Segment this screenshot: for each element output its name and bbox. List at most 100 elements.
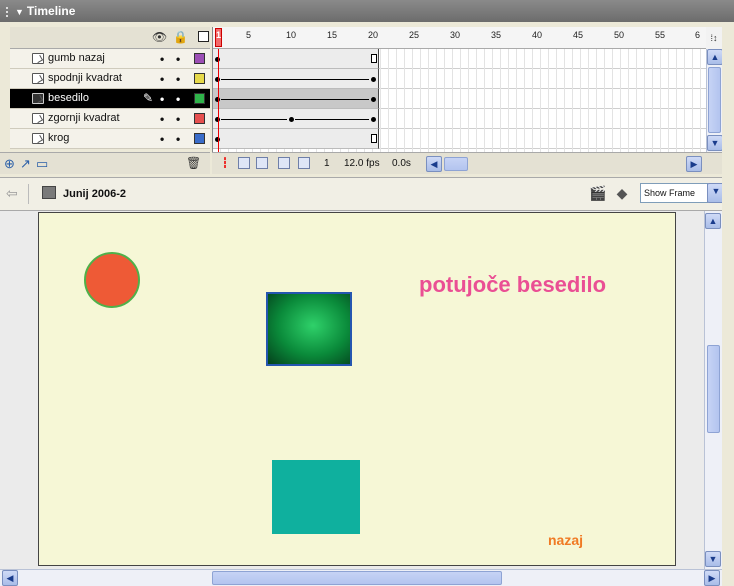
eye-icon[interactable]: 👁 xyxy=(152,30,167,44)
lock-dot[interactable]: • xyxy=(176,52,180,66)
scroll-up-icon[interactable]: ▲ xyxy=(705,213,721,229)
scroll-thumb[interactable] xyxy=(707,345,720,433)
tween-line xyxy=(221,79,369,80)
add-motion-guide-icon[interactable]: ↗ xyxy=(20,156,31,172)
scroll-thumb[interactable] xyxy=(708,67,721,133)
outline-color-swatch[interactable] xyxy=(194,133,205,144)
keyframe[interactable] xyxy=(371,117,376,122)
frame-span[interactable] xyxy=(213,49,379,69)
scroll-left-icon[interactable]: ◀ xyxy=(2,570,18,586)
end-frame[interactable] xyxy=(371,54,377,63)
layer-icon xyxy=(32,113,44,124)
triangle-down-icon[interactable]: ▼ xyxy=(15,7,24,17)
ruler-number: 35 xyxy=(491,30,502,40)
back-button-text[interactable]: nazaj xyxy=(548,532,583,548)
frame-span[interactable] xyxy=(213,89,379,109)
layer-row[interactable]: krog • • xyxy=(10,129,210,149)
frame-grid[interactable] xyxy=(213,49,707,152)
layer-row[interactable]: gumb nazaj • • xyxy=(10,49,210,69)
keyframe[interactable] xyxy=(371,77,376,82)
edit-symbols-icon[interactable]: ◆ xyxy=(612,185,632,203)
outline-color-swatch[interactable] xyxy=(194,113,205,124)
timeline-vertical-scrollbar[interactable]: ▲ ▼ xyxy=(706,49,723,152)
visibility-dot[interactable]: • xyxy=(160,112,164,126)
lock-dot[interactable]: • xyxy=(176,132,180,146)
modify-onion-markers-icon[interactable] xyxy=(298,157,310,169)
frame-span[interactable] xyxy=(213,69,379,89)
pencil-icon: ✎ xyxy=(143,91,154,105)
layer-column-header: 👁 🔒 xyxy=(10,27,210,49)
timeline-panel-header[interactable]: ▼ Timeline xyxy=(0,0,734,22)
scroll-right-icon[interactable]: ▶ xyxy=(686,156,702,172)
outline-color-swatch[interactable] xyxy=(194,53,205,64)
lock-icon[interactable]: 🔒 xyxy=(173,30,188,44)
outline-icon[interactable] xyxy=(198,31,209,42)
scene-name[interactable]: Junij 2006-2 xyxy=(63,188,126,200)
onion-skin-icon[interactable] xyxy=(238,157,250,169)
horizontal-scroll-thumb[interactable] xyxy=(212,571,502,585)
ruler-number: 20 xyxy=(368,30,379,40)
keyframe[interactable] xyxy=(289,117,294,122)
layer-icon xyxy=(32,53,44,64)
lock-dot[interactable]: • xyxy=(176,92,180,106)
scroll-up-icon[interactable]: ▲ xyxy=(707,49,723,65)
outline-color-swatch[interactable] xyxy=(194,93,205,104)
panel-grip-icon[interactable] xyxy=(6,6,12,17)
visibility-dot[interactable]: • xyxy=(160,52,164,66)
timeline-status-bar: ┇ 1 12.0 fps 0.0s ◀ ▶ xyxy=(212,152,722,174)
ruler-number: 5 xyxy=(246,30,252,40)
center-frame-icon[interactable]: ┇ xyxy=(222,158,228,169)
end-frame[interactable] xyxy=(371,134,377,143)
moving-text[interactable]: potujoče besedilo xyxy=(419,272,606,298)
scroll-down-icon[interactable]: ▼ xyxy=(705,551,721,567)
ruler-number: 50 xyxy=(614,30,625,40)
back-arrow-icon[interactable]: ⇦ xyxy=(6,185,18,202)
layer-icon xyxy=(32,73,44,84)
layer-row[interactable]: spodnji kvadrat • • xyxy=(10,69,210,89)
outline-color-swatch[interactable] xyxy=(194,73,205,84)
divider xyxy=(28,184,29,204)
ruler-number: 40 xyxy=(532,30,543,40)
onion-skin-outlines-icon[interactable] xyxy=(256,157,268,169)
timeline-view-options-icon[interactable]: ⁞↕ xyxy=(706,27,722,49)
visibility-dot[interactable]: • xyxy=(160,132,164,146)
ruler-number: 30 xyxy=(450,30,461,40)
current-frame: 1 xyxy=(324,158,330,169)
circle-shape[interactable] xyxy=(84,252,140,308)
horizontal-scroll-thumb[interactable] xyxy=(444,157,468,171)
layer-name: krog xyxy=(48,132,70,144)
panel-title: Timeline xyxy=(26,4,76,18)
frame-ruler[interactable]: 1 5 10 15 20 25 30 35 40 45 50 55 6 xyxy=(213,27,707,49)
ruler-number: 15 xyxy=(327,30,338,40)
elapsed-time: 0.0s xyxy=(392,158,411,169)
lock-dot[interactable]: • xyxy=(176,112,180,126)
frame-span[interactable] xyxy=(213,109,379,129)
scroll-left-icon[interactable]: ◀ xyxy=(426,156,442,172)
layer-list: gumb nazaj • • spodnji kvadrat • • besed… xyxy=(10,49,210,149)
layer-name: gumb nazaj xyxy=(48,52,105,64)
zoom-select[interactable]: Show Frame xyxy=(640,183,708,203)
layer-name: zgornji kvadrat xyxy=(48,112,120,124)
layer-icon xyxy=(32,133,44,144)
playhead-line xyxy=(218,49,219,152)
scroll-down-icon[interactable]: ▼ xyxy=(707,135,723,151)
stage-vertical-scrollbar[interactable]: ▲ ▼ xyxy=(704,211,722,569)
upper-square-shape[interactable] xyxy=(266,292,352,366)
lock-dot[interactable]: • xyxy=(176,72,180,86)
layer-row-selected[interactable]: besedilo ✎ • • xyxy=(10,89,210,109)
insert-layer-icon[interactable]: ⊕ xyxy=(4,156,15,172)
edit-scene-icon[interactable]: 🎬 xyxy=(588,185,608,203)
layer-row[interactable]: zgornji kvadrat • • xyxy=(10,109,210,129)
timeline-frames[interactable]: 1 5 10 15 20 25 30 35 40 45 50 55 6 xyxy=(212,27,707,152)
edit-multiple-frames-icon[interactable] xyxy=(278,157,290,169)
insert-folder-icon[interactable]: ▭ xyxy=(36,156,48,172)
visibility-dot[interactable]: • xyxy=(160,92,164,106)
stage-horizontal-scrollbar[interactable]: ◀ ▶ xyxy=(0,569,722,586)
keyframe[interactable] xyxy=(371,97,376,102)
lower-square-shape[interactable] xyxy=(272,460,360,534)
frame-span[interactable] xyxy=(213,129,379,149)
delete-layer-icon[interactable]: 🗑 xyxy=(186,156,201,170)
scroll-right-icon[interactable]: ▶ xyxy=(704,570,720,586)
frame-rate[interactable]: 12.0 fps xyxy=(344,158,380,169)
visibility-dot[interactable]: • xyxy=(160,72,164,86)
